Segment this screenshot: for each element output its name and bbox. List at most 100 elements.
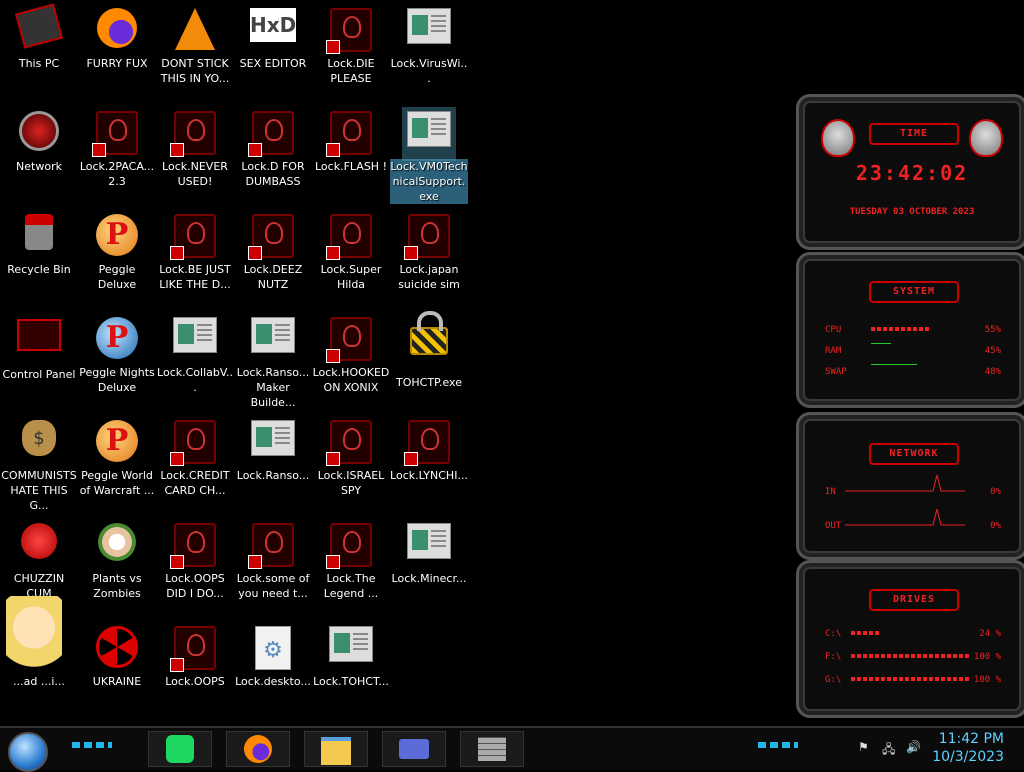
icon-label: Lock.DIE PLEASE [327,57,375,85]
ram-value: 45% [984,346,1001,356]
taskbar-app-firefox[interactable] [226,731,290,767]
volume-icon[interactable]: 🔊 [906,740,921,754]
icon-label: Control Panel [2,368,76,381]
desktop-icon-control-panel[interactable]: Control Panel [0,309,78,382]
lock-icon [404,420,452,466]
desktop-icon-tohctp[interactable]: TOHCTP.exe [390,309,468,390]
taskbar-decoration-right [758,742,798,748]
desktop: This PC Network Recycle Bin Control Pane… [0,0,1024,726]
desktop-icon-lock-d-for[interactable]: Lock.D FOR DUMBASS [234,103,312,189]
desktop-icon-lock-never-used[interactable]: Lock.NEVER USED! [156,103,234,189]
desktop-icon-lock-deez[interactable]: Lock.DEEZ NUTZ [234,206,312,292]
desktop-icon-lock-desktop[interactable]: ⚙ Lock.deskto... [234,618,312,689]
icon-label: Lock.CollabV... [157,366,233,394]
icon-label: Lock.CREDIT CARD CH... [160,469,230,497]
firefox-icon [94,8,140,54]
peggle-icon: P [94,317,140,363]
desktop-icon-lock-be-just[interactable]: Lock.BE JUST LIKE THE D... [156,206,234,292]
taskbar-clock[interactable]: 11:42 PM 10/3/2023 [932,730,1004,766]
icon-label: Lock.ISRAEL SPY [317,469,385,497]
desktop-icon-lock-legend[interactable]: Lock.The Legend ... [312,515,390,601]
desktop-icon-lock-ranso[interactable]: Lock.Ranso... [234,412,312,483]
desktop-icon-lock-2paca[interactable]: Lock.2PACA... 2.3 [78,103,156,189]
control-panel-icon [16,319,62,365]
desktop-icon-lock-oops-did[interactable]: Lock.OOPS DID I DO... [156,515,234,601]
desktop-icon-lock-viruswi[interactable]: Lock.VirusWi... [390,0,468,86]
desktop-icon-lock-minecr[interactable]: Lock.Minecr... [390,515,468,586]
taskbar-decoration-left [72,742,112,748]
icon-label: Lock.DEEZ NUTZ [243,263,303,291]
desktop-icon-lock-japan[interactable]: Lock.japan suicide sim [390,206,468,292]
icon-label: Recycle Bin [7,263,71,276]
icon-label: FURRY FUX [86,57,148,70]
desktop-icon-lock-hooked[interactable]: Lock.HOOKED ON XONIX [312,309,390,395]
icon-label: Lock.Ranso... [236,469,310,482]
icon-label: Plants vs Zombies [92,572,142,600]
desktop-icon-lock-vm0[interactable]: Lock.VM0TechnicalSupport.exe [390,103,468,204]
desktop-icon-lock-credit-card[interactable]: Lock.CREDIT CARD CH... [156,412,234,498]
swap-row: SWAP 48% [825,364,1001,377]
desktop-icon-vlc[interactable]: DONT STICK THIS IN YO... [156,0,234,86]
icon-label: Lock.OOPS [165,675,225,688]
desktop-icon-pvz[interactable]: Plants vs Zombies [78,515,156,601]
desktop-icon-lock-super-hilda[interactable]: Lock.Super Hilda [312,206,390,292]
network-icon[interactable]: 🖧 [882,740,895,761]
desktop-icon-peggle-deluxe[interactable]: P Peggle Deluxe [78,206,156,292]
icon-label: Lock.some of you need t... [236,572,310,600]
network-error-icon[interactable]: ⚑ [858,740,869,754]
swap-bar [871,364,917,365]
desktop-icon-lock-lynchi[interactable]: Lock.LYNCHI... [390,412,468,483]
lock-icon [170,420,218,466]
cpu-value: 55% [984,325,1001,335]
alien-head-icon [969,119,1003,157]
desktop-icon-lock-flash[interactable]: Lock.FLASH ! [312,103,390,174]
desktop-icon-lock-die[interactable]: Lock.DIE PLEASE [312,0,390,86]
taskbar-app-wall[interactable] [460,731,524,767]
window-app-icon [250,317,296,363]
cpu-row: CPU 55% [825,325,1001,335]
icon-label: Lock.japan suicide sim [398,263,460,291]
icon-label: COMMUNISTS HATE THIS G... [1,469,77,512]
net-out-row: OUT 0% [825,508,1001,531]
taskbar-app-file-explorer[interactable] [304,731,368,767]
desktop-icon-furry-fux[interactable]: FURRY FUX [78,0,156,71]
desktop-icon-ukraine[interactable]: UKRAINE [78,618,156,689]
desktop-icon-peggle-nights[interactable]: P Peggle Nights Deluxe [78,309,156,395]
icon-label: Lock.HOOKED ON XONIX [312,366,390,394]
desktop-icon-network[interactable]: Network [0,103,78,174]
desktop-icon-peggle-wow[interactable]: P Peggle World of Warcraft ... [78,412,156,498]
lock-icon [170,111,218,157]
lock-icon [326,523,374,569]
start-button[interactable] [8,732,48,772]
desktop-icon-lock-israel[interactable]: Lock.ISRAEL SPY [312,412,390,498]
desktop-icon-lock-collabv[interactable]: Lock.CollabV... [156,309,234,395]
desktop-icon-cartoon[interactable]: ...ad ...i... [0,596,78,689]
icon-label: Lock.OOPS DID I DO... [165,572,225,600]
icon-label: Lock.The Legend ... [323,572,379,600]
desktop-icon-communists[interactable]: $ COMMUNISTS HATE THIS G... [0,412,78,513]
desktop-icon-chuzzin[interactable]: CHUZZIN CUM [0,515,78,601]
spotify-icon [166,735,194,763]
hex-editor-icon: HxD [250,8,296,54]
desktop-icon-lock-some-of-you[interactable]: Lock.some of you need t... [234,515,312,601]
taskbar-app-spotify[interactable] [148,731,212,767]
desktop-icon-lock-ranso-maker[interactable]: Lock.Ranso... Maker Builde... [234,309,312,410]
desktop-icon-lock-oops[interactable]: Lock.OOPS [156,618,234,689]
icon-label: Lock.VM0TechnicalSupport.exe [390,159,468,204]
time-widget-clock: 23:42:02 [855,161,969,185]
brick-wall-icon [478,737,506,761]
taskbar-app-card[interactable] [382,731,446,767]
desktop-icon-recycle-bin[interactable]: Recycle Bin [0,206,78,277]
drives-widget-title: DRIVES [869,589,959,611]
icon-label: Lock.Ranso... Maker Builde... [236,366,310,409]
ram-label: RAM [825,346,842,356]
clock-time: 11:42 PM [938,731,1004,747]
cpu-label: CPU [825,325,842,335]
drive-g-row: G:\ 100 % [825,675,1001,685]
desktop-icon-sex-editor[interactable]: HxD SEX EDITOR [234,0,312,71]
lock-icon [326,420,374,466]
desktop-icon-lock-tohct[interactable]: Lock.TOHCT... [312,618,390,689]
desktop-icon-this-pc[interactable]: This PC [0,0,78,71]
net-in-row: IN 0% [825,474,1001,497]
icon-label: UKRAINE [92,675,142,688]
